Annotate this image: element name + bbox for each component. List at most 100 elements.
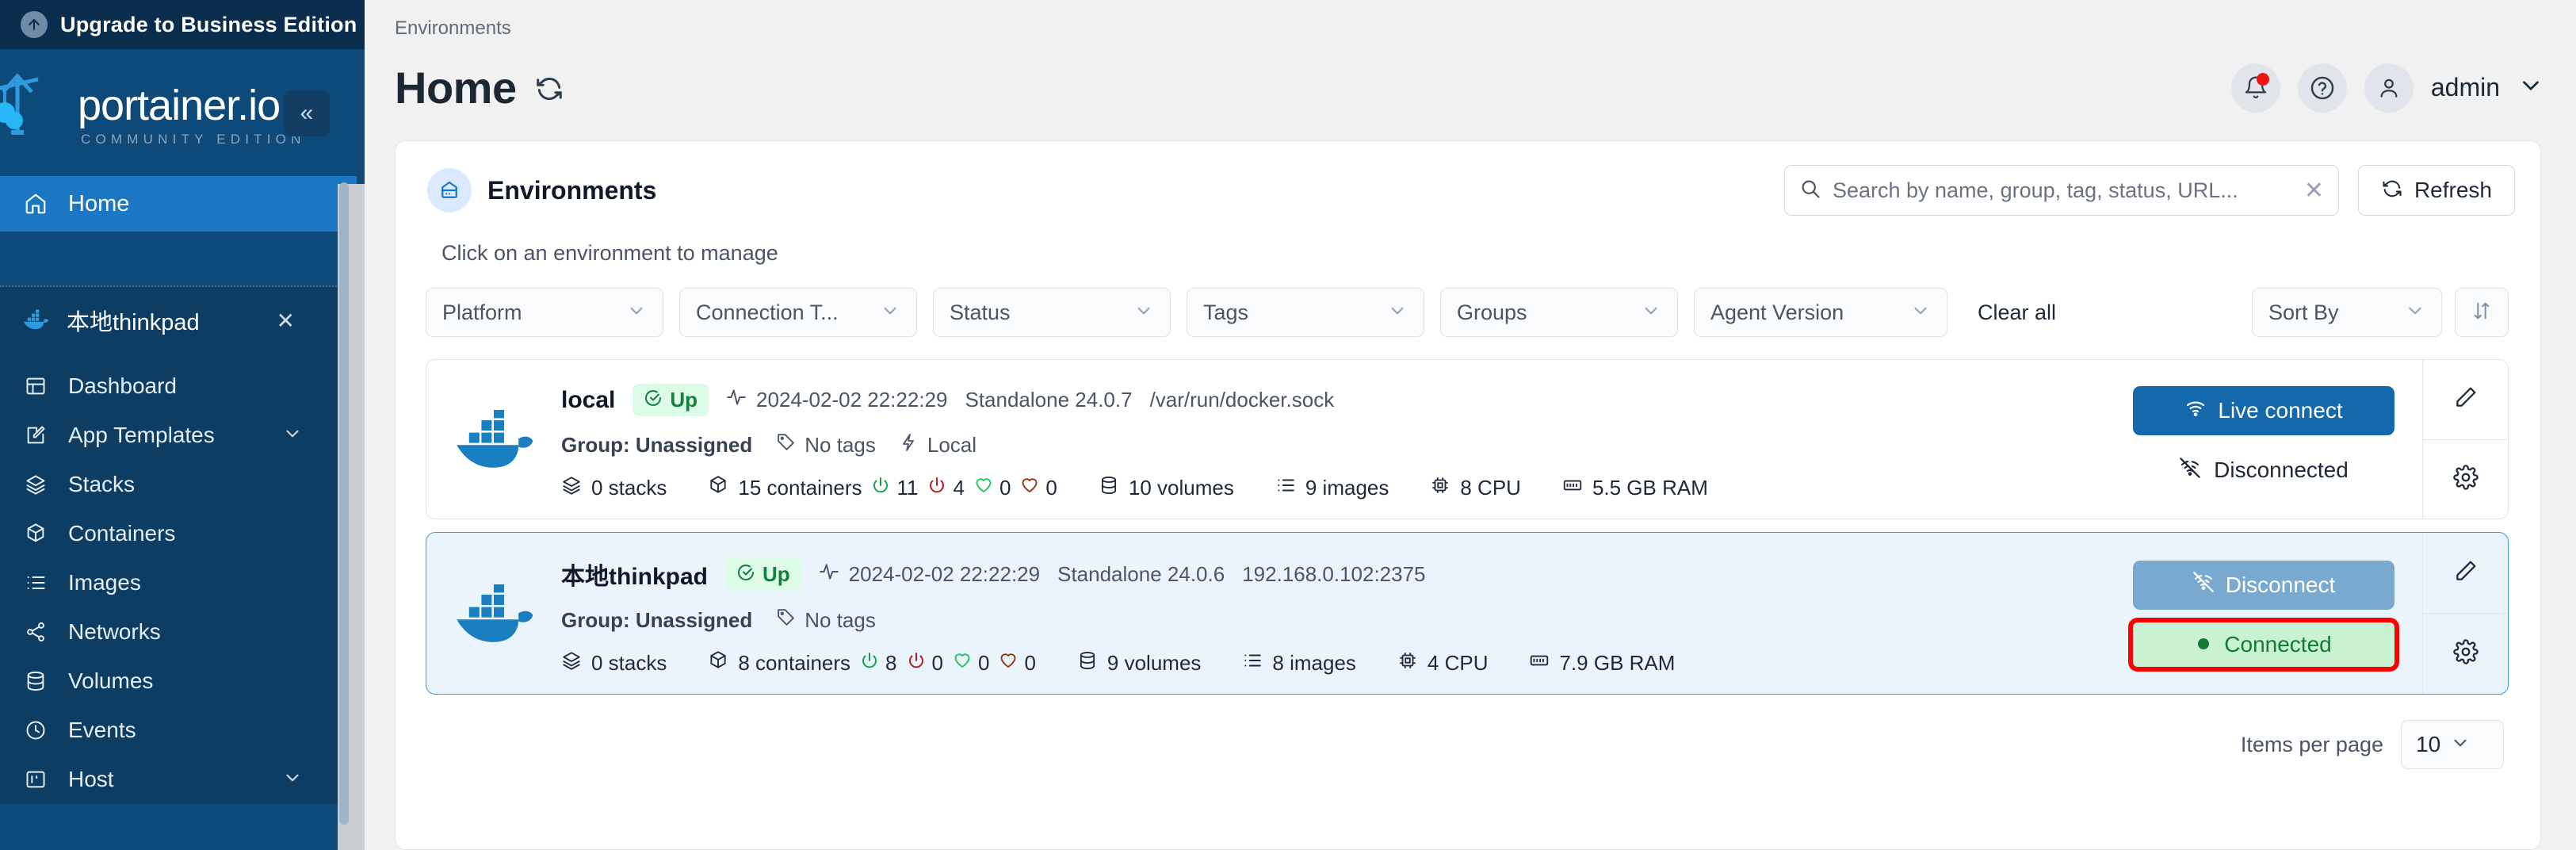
sort-by-select[interactable]: Sort By [2252,288,2442,337]
heartbeat: 2024-02-02 22:22:29 [819,561,1040,588]
environment-settings-button[interactable] [2423,438,2508,519]
logo-text-wrap: portainer.io COMMUNITY EDITION [78,84,306,147]
environment-group-row: Group: Unassigned No tags [561,432,2105,458]
filter-status[interactable]: Status [933,288,1171,337]
upgrade-banner[interactable]: Upgrade to Business Edition [0,0,365,49]
page-header: Home admin [365,40,2576,113]
edit-square-icon [22,424,49,446]
avatar[interactable] [2364,63,2414,113]
clear-all-button[interactable]: Clear all [1978,301,2056,325]
filter-connection-type[interactable]: Connection T... [679,288,917,337]
table-row[interactable]: local Up 2024-02-02 22:22:29 Standalone … [426,359,2509,519]
sidebar-item-app-templates[interactable]: App Templates [0,411,365,460]
sidebar-item-home[interactable]: Home [0,176,357,232]
dashboard-icon [22,375,49,397]
environment-summary[interactable]: local Up 2024-02-02 22:22:29 Standalone … [426,360,2105,519]
sort-by-label: Sort By [2268,300,2339,324]
filter-platform[interactable]: Platform [426,288,663,337]
power-on-icon [871,476,890,500]
connection-status-label: Connected [2224,631,2332,657]
edit-environment-button[interactable] [2423,533,2508,613]
live-connect-button[interactable]: Live connect [2133,386,2394,435]
stat-containers: 15 containers 11 4 0 0 [708,475,1057,501]
environment-kind: Standalone 24.0.7 [965,388,1133,412]
disconnect-label: Disconnect [2225,572,2336,597]
stat-stopped: 4 [927,476,965,500]
sidebar-item-dashboard[interactable]: Dashboard [0,362,365,411]
sidebar-collapse-button[interactable]: « [284,90,330,136]
sidebar-item-label: App Templates [68,423,215,447]
sidebar-item-label: Volumes [68,668,154,693]
breadcrumb: Environments [395,17,511,39]
list-icon [1242,650,1263,676]
heartbeat-value: 2024-02-02 22:22:29 [756,388,948,412]
memory-icon [1529,650,1550,676]
filter-label: Status [950,300,1011,324]
pencil-icon [2453,558,2479,588]
sidebar-item-label: Host [68,767,114,791]
heart-broken-icon [1020,476,1039,500]
sidebar-active-environment[interactable]: 本地thinkpad ✕ [0,287,365,354]
chevrons-left-icon: « [300,100,314,126]
sidebar-item-networks[interactable]: Networks [0,607,365,657]
environment-url: /var/run/docker.sock [1149,388,1335,412]
sidebar-item-containers[interactable]: Containers [0,509,365,558]
close-icon[interactable]: ✕ [277,308,295,334]
sidebar-item-events[interactable]: Events [0,706,365,755]
heart-icon [953,651,972,676]
filter-label: Groups [1457,300,1527,324]
stat-unhealthy-value: 0 [1045,476,1057,500]
sidebar-item-label: Containers [68,521,176,546]
environment-summary[interactable]: 本地thinkpad Up 2024-02-02 22:22:29 Standa… [426,533,2105,694]
edit-environment-button[interactable] [2423,360,2508,439]
environment-tools [2422,360,2508,519]
notifications-button[interactable] [2230,63,2280,113]
close-icon[interactable]: ✕ [2304,177,2324,205]
tag-icon [776,432,796,458]
disconnect-button[interactable]: Disconnect [2133,560,2394,610]
chevron-down-icon[interactable] [2517,72,2544,103]
sidebar-environment-label: 本地thinkpad [67,310,200,335]
docker-icon [22,309,49,331]
click-hint: Click on an environment to manage [441,241,778,265]
filter-agent-version[interactable]: Agent Version [1694,288,1947,337]
sort-direction-button[interactable] [2455,288,2509,337]
help-button[interactable] [2297,63,2347,113]
logo-text: portainer.io [78,82,281,129]
stat-images: 9 images [1275,475,1389,501]
status-badge: Up [725,557,801,591]
refresh-icon[interactable] [534,74,564,108]
power-on-icon [860,651,879,676]
sidebar-item-stacks[interactable]: Stacks [0,460,365,509]
bolt-icon [900,433,919,458]
filter-label: Connection T... [696,300,839,324]
environment-tools [2422,533,2508,694]
environment-settings-button[interactable] [2423,613,2508,694]
table-row[interactable]: 本地thinkpad Up 2024-02-02 22:22:29 Standa… [426,532,2509,695]
wifi-icon [2184,397,2207,425]
environment-stats: 0 stacks 8 containers 8 0 0 0 9 volumes … [561,650,2105,676]
wifi-off-icon [2192,571,2215,599]
chevron-down-icon [1910,301,1931,325]
layers-icon [561,650,582,676]
sidebar-item-images[interactable]: Images [0,558,365,607]
refresh-button[interactable]: Refresh [2357,165,2515,216]
stat-cpu: 8 CPU [1430,475,1521,501]
sidebar-scrollbar-thumb[interactable] [339,182,349,825]
items-per-page-select[interactable]: 10 [2401,720,2504,769]
stat-unhealthy: 0 [999,651,1036,676]
environment-tags: No tags [776,432,876,458]
stat-ram: 7.9 GB RAM [1529,650,1675,676]
sidebar-item-volumes[interactable]: Volumes [0,657,365,706]
stat-images-value: 8 images [1272,651,1356,675]
stat-healthy: 0 [953,651,989,676]
stat-images: 8 images [1242,650,1356,676]
filter-groups[interactable]: Groups [1440,288,1678,337]
search-input[interactable]: Search by name, group, tag, status, URL.… [1783,165,2339,216]
environment-icon [427,168,472,212]
sidebar-nav-list: Dashboard App Templates Stacks Container… [0,354,365,804]
filter-tags[interactable]: Tags [1187,288,1424,337]
sidebar-item-host[interactable]: Host [0,755,365,804]
chevron-down-icon [282,768,303,792]
database-icon [22,670,49,692]
